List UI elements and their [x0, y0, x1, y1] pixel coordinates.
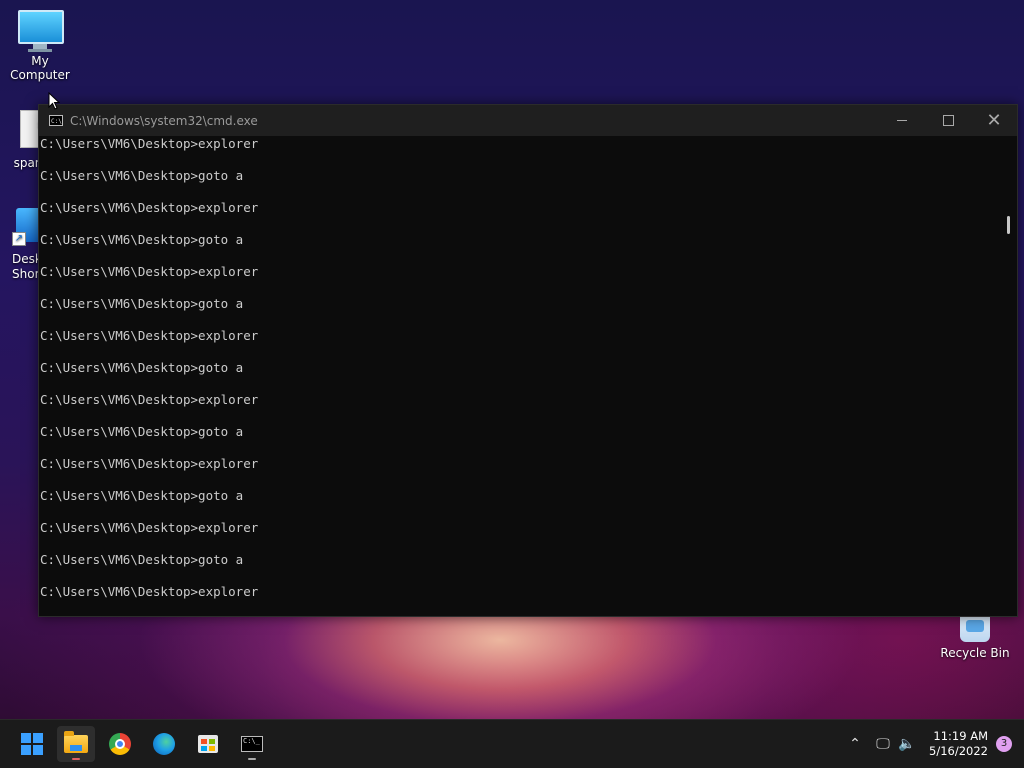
- clock-time: 11:19 AM: [933, 729, 988, 743]
- clock[interactable]: 11:19 AM 5/16/2022: [929, 729, 988, 759]
- computer-icon: [18, 10, 64, 52]
- desktop-icon-recycle-bin[interactable]: Recycle Bin: [935, 612, 1015, 660]
- maximize-button[interactable]: [925, 105, 971, 136]
- system-tray: ⌃ 🖵 🔈 11:19 AM 5/16/2022 3: [843, 720, 1024, 768]
- taskbar-edge[interactable]: [145, 726, 183, 762]
- store-icon: [198, 735, 218, 753]
- scrollbar-thumb[interactable]: [1007, 216, 1010, 234]
- vertical-scrollbar[interactable]: [1000, 136, 1017, 616]
- window-titlebar[interactable]: C:\ C:\Windows\system32\cmd.exe ✕: [39, 105, 1017, 136]
- console-line: C:\Users\VM6\Desktop>explorer: [40, 264, 259, 279]
- desktop-icon-my-computer[interactable]: My Computer: [0, 10, 80, 82]
- taskbar-cmd[interactable]: C:\_: [233, 726, 271, 762]
- console-line: C:\Users\VM6\Desktop>explorer: [40, 520, 259, 535]
- window-title: C:\Windows\system32\cmd.exe: [70, 113, 258, 128]
- taskbar-store[interactable]: [189, 726, 227, 762]
- notification-badge[interactable]: 3: [996, 736, 1012, 752]
- console-line: C:\Users\VM6\Desktop>goto a: [40, 168, 244, 183]
- console-line: C:\Users\VM6\Desktop>explorer: [40, 584, 259, 599]
- edge-icon: [153, 733, 175, 755]
- folder-icon: [64, 731, 88, 753]
- taskbar-file-explorer[interactable]: [57, 726, 95, 762]
- maximize-icon: [942, 115, 954, 126]
- console-line: C:\Users\VM6\Desktop>goto a: [40, 424, 244, 439]
- mouse-cursor-icon: [48, 92, 60, 110]
- console-line: C:\Users\VM6\Desktop>explorer: [40, 328, 259, 343]
- minimize-icon: [897, 120, 907, 121]
- cmd-window[interactable]: C:\ C:\Windows\system32\cmd.exe ✕ C:\Use…: [38, 104, 1018, 617]
- minimize-button[interactable]: [879, 105, 925, 136]
- clock-date: 5/16/2022: [929, 744, 988, 758]
- terminal-icon: C:\: [49, 115, 63, 126]
- console-output[interactable]: C:\Users\VM6\Desktop>explorer C:\Users\VM…: [40, 136, 999, 616]
- desktop-icon-label: My Computer: [10, 54, 70, 82]
- console-line: C:\Users\VM6\Desktop>goto a: [40, 360, 244, 375]
- taskbar: C:\_ ⌃ 🖵 🔈 11:19 AM 5/16/2022 3: [0, 719, 1024, 768]
- console-line: C:\Users\VM6\Desktop>goto a: [40, 296, 244, 311]
- console-line: C:\Users\VM6\Desktop>explorer: [40, 456, 259, 471]
- chrome-icon: [109, 733, 131, 755]
- console-line: C:\Users\VM6\Desktop>goto a: [40, 232, 244, 247]
- windows-logo-icon: [21, 733, 43, 755]
- volume-icon[interactable]: 🔈: [895, 736, 919, 752]
- console-line: C:\Users\VM6\Desktop>explorer: [40, 392, 259, 407]
- close-icon: ✕: [986, 110, 1002, 131]
- start-button[interactable]: [13, 726, 51, 762]
- taskbar-chrome[interactable]: [101, 726, 139, 762]
- console-line: C:\Users\VM6\Desktop>goto a: [40, 552, 244, 567]
- terminal-icon: C:\_: [241, 736, 263, 752]
- close-button[interactable]: ✕: [971, 105, 1017, 136]
- network-icon[interactable]: 🖵: [871, 736, 895, 752]
- console-line: C:\Users\VM6\Desktop>goto a: [40, 488, 244, 503]
- console-line: C:\Users\VM6\Desktop>explorer: [40, 136, 259, 151]
- chevron-up-icon[interactable]: ⌃: [843, 736, 867, 752]
- console-line: C:\Users\VM6\Desktop>explorer: [40, 200, 259, 215]
- desktop-icon-label: Recycle Bin: [940, 646, 1010, 660]
